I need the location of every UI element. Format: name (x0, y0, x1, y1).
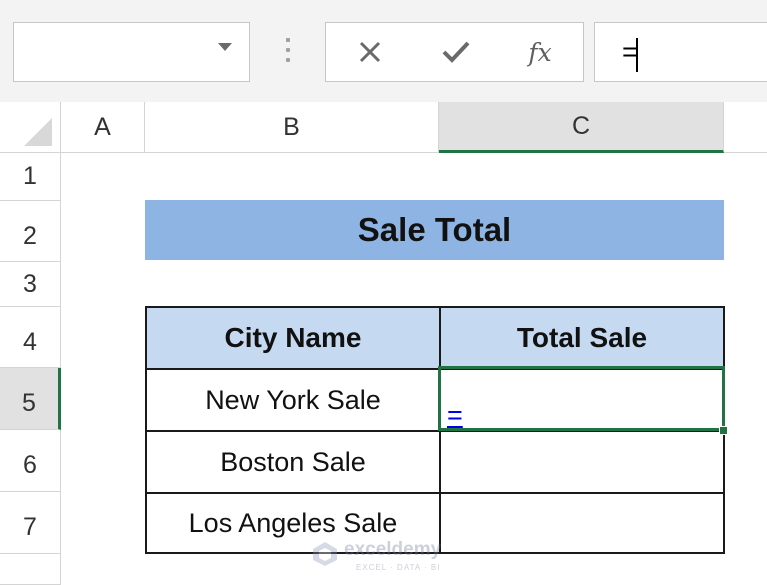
watermark-tagline: EXCEL · DATA · BI (356, 563, 441, 572)
row-header-4[interactable]: 4 (0, 307, 61, 368)
column-header-b[interactable]: B (145, 102, 439, 153)
row-header-2[interactable]: 2 (0, 201, 61, 262)
row-header-5[interactable]: 5 (0, 368, 61, 430)
formula-bar-resize-grip[interactable] (285, 38, 291, 66)
select-all-triangle-icon (24, 118, 52, 146)
header-total-sale[interactable]: Total Sale (439, 306, 725, 370)
row-header-1[interactable]: 1 (0, 153, 61, 201)
column-header-c[interactable]: C (439, 102, 724, 153)
row-header-6[interactable]: 6 (0, 430, 61, 492)
text-cursor (636, 38, 638, 72)
name-box[interactable] (13, 22, 250, 82)
column-header-a[interactable]: A (61, 102, 145, 153)
formula-buttons: fx (325, 22, 584, 82)
enter-check-icon[interactable] (432, 23, 480, 81)
cell-city-boston[interactable]: Boston Sale (145, 430, 441, 494)
active-cell-border (438, 366, 725, 431)
cell-city-new-york[interactable]: New York Sale (145, 368, 441, 432)
exceldemy-logo-icon (313, 542, 337, 566)
watermark-name: exceldemy (344, 539, 442, 560)
insert-function-icon[interactable]: fx (516, 23, 564, 81)
cell-total-los-angeles[interactable] (439, 492, 725, 554)
header-city-name[interactable]: City Name (145, 306, 441, 370)
row-header-7[interactable]: 7 (0, 492, 61, 554)
row-header-3[interactable]: 3 (0, 262, 61, 307)
cancel-icon[interactable] (346, 23, 394, 81)
cell-total-boston[interactable] (439, 430, 725, 494)
sheet-title-cell[interactable]: Sale Total (145, 200, 724, 260)
exceldemy-watermark: exceldemy EXCEL · DATA · BI (312, 539, 462, 579)
fill-handle[interactable] (719, 426, 728, 435)
formula-input[interactable]: = (594, 22, 767, 82)
row-header-8[interactable] (0, 554, 61, 585)
dropdown-caret-icon[interactable] (218, 43, 232, 51)
